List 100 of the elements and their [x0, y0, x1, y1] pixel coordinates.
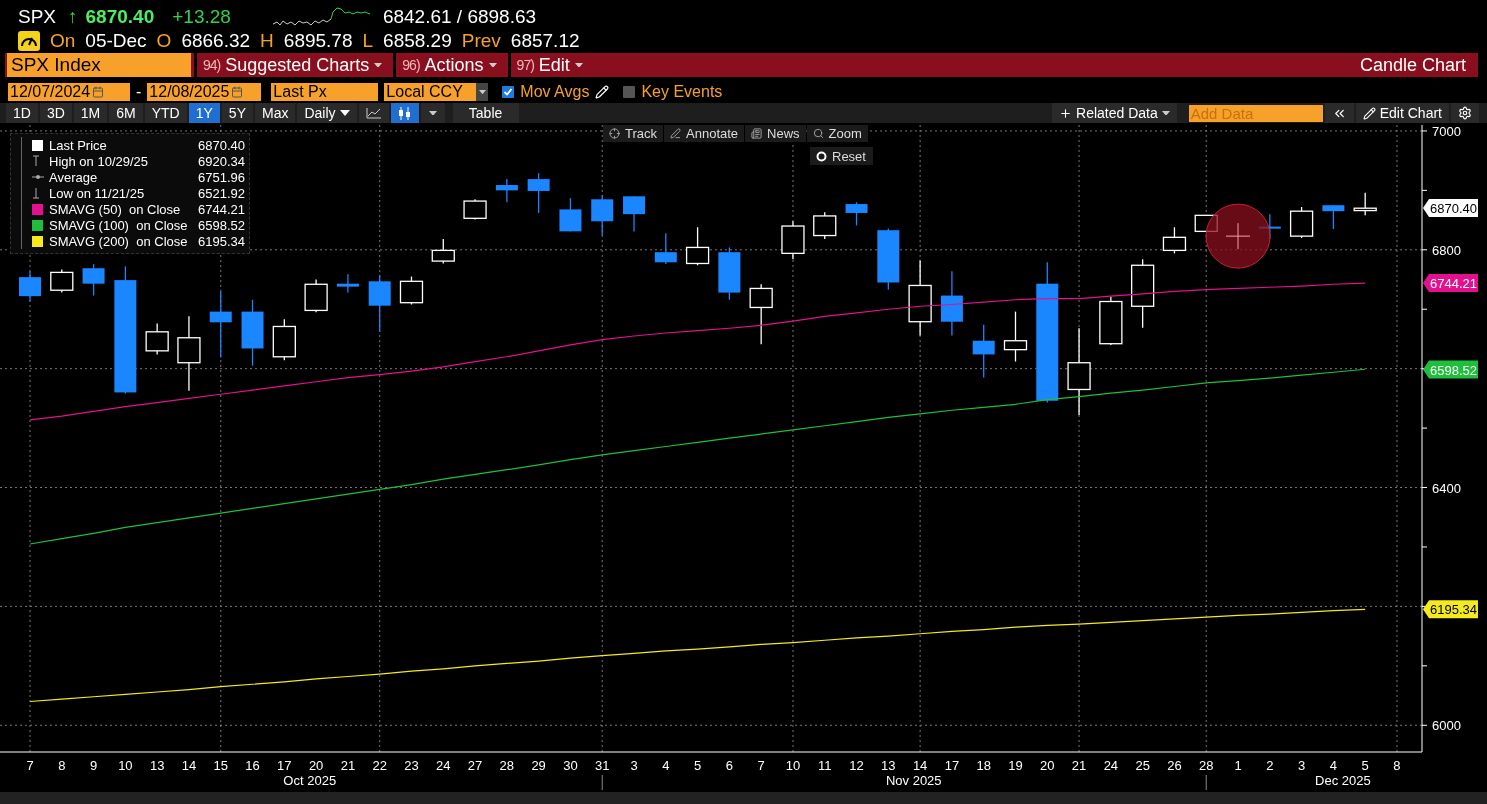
axis-label: 3: [630, 758, 638, 773]
price-tag: 6598.52: [1423, 360, 1478, 379]
period-button[interactable]: 1M: [73, 103, 108, 123]
axis-label: 14: [181, 758, 197, 773]
legend-label: SMAVG (200) on Close: [49, 233, 189, 249]
field-value: 6895.78: [283, 30, 353, 52]
date-field[interactable]: 12/07/2024: [8, 83, 130, 101]
period-button[interactable]: 6M: [109, 103, 143, 123]
axis-label: 28: [499, 758, 515, 773]
field-selector[interactable]: Last Px: [271, 83, 379, 101]
field-label: Prev: [461, 30, 501, 52]
legend-label: Last Price: [49, 137, 108, 153]
period-button[interactable]: 1D: [6, 103, 38, 123]
axis-label: 20: [308, 758, 324, 773]
axis-label: 6000: [1432, 718, 1461, 734]
field-label: L: [362, 30, 374, 52]
price-tag: 6870.40: [1423, 198, 1478, 217]
axis-label: 21: [340, 758, 356, 773]
axis-label: 20: [1040, 758, 1055, 773]
related-data-button[interactable]: Related Data: [1052, 103, 1177, 123]
axis-label: 15: [213, 758, 228, 773]
date-field[interactable]: 12/08/2025: [147, 83, 262, 101]
axis-label: 8: [58, 758, 66, 773]
axis-label: 13: [149, 758, 165, 773]
legend-value: 6598.52: [198, 217, 245, 233]
axis-label: 17: [944, 758, 960, 773]
session-date: 05-Dec: [85, 30, 147, 52]
legend-value: 6195.34: [198, 233, 245, 249]
axis-label: 7: [757, 758, 765, 773]
legend-value: 6870.40: [198, 137, 245, 153]
security-field[interactable]: SPX Index: [7, 53, 191, 77]
period-button[interactable]: 1Y: [188, 103, 220, 123]
axis-label: 31: [595, 758, 610, 773]
axis-label: 10: [785, 758, 801, 773]
axis-label: 17: [277, 758, 292, 773]
axis-label: 9: [89, 758, 98, 773]
chart-tool-button[interactable]: Track: [603, 125, 664, 142]
chart-tool-button[interactable]: Zoom: [806, 125, 868, 142]
legend-value: 6744.21: [198, 201, 245, 217]
axis-label: 7: [26, 758, 34, 773]
period-button[interactable]: YTD: [144, 103, 187, 123]
legend-value: 6920.34: [198, 153, 245, 169]
legend-label: SMAVG (50) on Close: [49, 201, 182, 217]
up-arrow: ↑: [68, 6, 78, 28]
option-label: Mov Avgs: [520, 83, 590, 101]
chart-tool-button[interactable]: News: [745, 125, 806, 142]
date-separator: -: [136, 83, 142, 101]
legend-label: Average: [49, 169, 99, 185]
axis-label: 8: [1393, 758, 1401, 773]
legend-label: High on 10/29/25: [49, 153, 150, 169]
axis-label: 16: [245, 758, 260, 773]
session-label: On: [50, 30, 76, 52]
axis-label: 6400: [1432, 480, 1461, 496]
axis-label: 30: [563, 758, 578, 773]
axis-label: 19: [1008, 758, 1023, 773]
axis-label: 26: [1167, 758, 1182, 773]
currency-dropdown[interactable]: Local CCY: [384, 83, 489, 101]
ticker: SPX: [18, 6, 57, 28]
axis-label: 18: [976, 758, 991, 773]
axis-label: 24: [436, 758, 451, 773]
axis-label: 4: [1329, 758, 1337, 773]
axis-label: 25: [1135, 758, 1150, 773]
table-button[interactable]: Table: [452, 103, 519, 123]
chart-tool-button[interactable]: Annotate: [664, 125, 745, 142]
option-label: Key Events: [641, 83, 723, 101]
day-range: 6842.61 / 6898.63: [382, 6, 537, 28]
month-label: Nov 2025: [885, 773, 942, 788]
period-button[interactable]: 5Y: [221, 103, 253, 123]
axis-label: 7000: [1432, 125, 1461, 139]
axis-label: 22: [372, 758, 387, 773]
axis-label: 24: [1103, 758, 1119, 773]
price-tag: 6744.21: [1423, 273, 1478, 292]
axis-label: 27: [467, 758, 483, 773]
reset-button[interactable]: Reset: [810, 147, 873, 165]
frequency-dropdown[interactable]: Daily: [297, 103, 357, 123]
legend-value: 6521.92: [198, 185, 245, 201]
field-label: H: [260, 30, 274, 52]
axis-label: 2: [1266, 758, 1274, 773]
price-change: +13.28: [172, 6, 231, 28]
axis-label: 6800: [1432, 242, 1461, 258]
axis-label: 4: [662, 758, 670, 773]
axis-label: 6: [725, 758, 733, 773]
field-label: O: [156, 30, 172, 52]
period-button[interactable]: Max: [254, 103, 296, 123]
last-price: 6870.40: [85, 6, 155, 28]
axis-label: 13: [881, 758, 896, 773]
month-label: Oct 2025: [283, 773, 337, 788]
axis-label: 11: [818, 758, 832, 773]
period-button[interactable]: 3D: [39, 103, 72, 123]
axis-label: 29: [531, 758, 546, 773]
edit-chart-button[interactable]: Edit Chart: [1355, 103, 1449, 123]
field-value: 6858.29: [383, 30, 452, 52]
axis-label: 5: [1361, 758, 1369, 773]
axis-label: 10: [118, 758, 133, 773]
legend-label: SMAVG (100) on Close: [49, 217, 189, 233]
month-label: Dec 2025: [1315, 773, 1371, 788]
price-tag: 6195.34: [1423, 600, 1478, 619]
chart-title: Candle Chart: [1359, 53, 1467, 77]
field-value: 6857.12: [510, 30, 580, 52]
legend-label: Low on 11/21/25: [49, 185, 146, 201]
